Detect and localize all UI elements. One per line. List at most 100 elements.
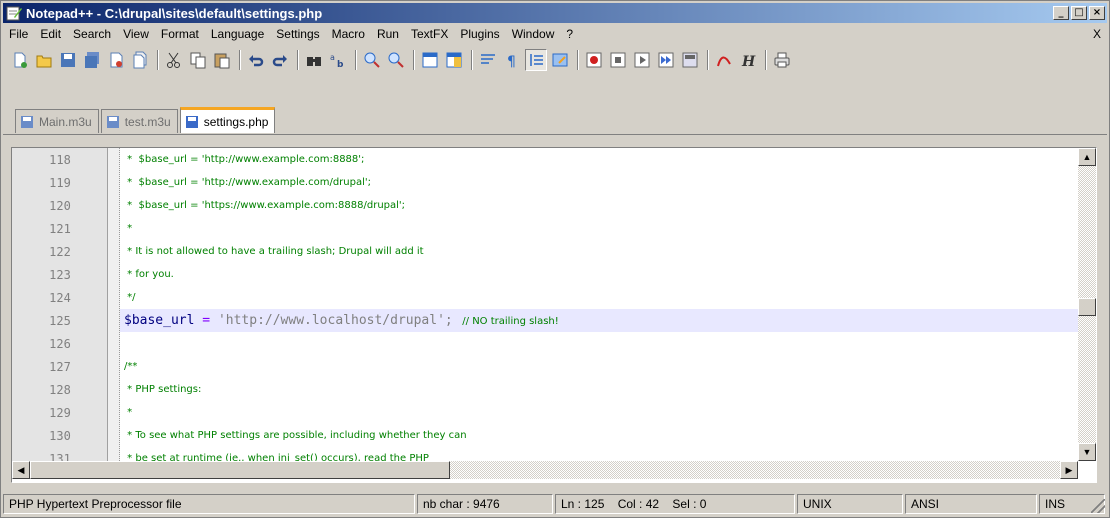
stop-macro-icon[interactable] [607,49,629,71]
php-variable: $base_url [124,313,195,328]
line-text: * [124,223,133,234]
line-number: 121 [49,221,71,236]
menu-edit[interactable]: Edit [34,27,67,41]
code-line[interactable]: 120 * $base_url = 'https://www.example.c… [12,194,1078,217]
code-lines: 118 * $base_url = 'http://www.example.co… [12,148,1078,461]
zoom-out-icon[interactable] [385,49,407,71]
code-editor[interactable]: 118 * $base_url = 'http://www.example.co… [11,147,1097,483]
php-string: 'http://www.localhost/drupal'; [217,313,453,328]
save-all-icon[interactable] [81,49,103,71]
line-number: 120 [49,198,71,213]
line-text: * for you. [124,269,174,280]
run-macro-multiple-icon[interactable] [655,49,677,71]
undo-icon[interactable] [245,49,267,71]
html-tag-icon[interactable]: H [737,49,759,71]
redo-icon[interactable] [269,49,291,71]
horizontal-scroll-thumb[interactable] [30,461,450,479]
tab-label: test.m3u [124,114,171,129]
code-line[interactable]: 127 /** [12,355,1078,378]
menu-macro[interactable]: Macro [326,27,371,41]
play-macro-icon[interactable] [631,49,653,71]
tab-test-m3u[interactable]: test.m3u [100,109,178,133]
maximize-button[interactable]: □ [1071,6,1087,20]
title-bar[interactable]: Notepad++ - C:\drupal\sites\default\sett… [3,3,1107,23]
vertical-scroll-thumb[interactable] [1078,298,1096,316]
word-wrap-icon[interactable] [477,49,499,71]
code-line[interactable]: 123 * for you. [12,263,1078,286]
close-button[interactable]: × [1089,6,1105,20]
menu-window[interactable]: Window [506,27,561,41]
zoom-in-icon[interactable] [361,49,383,71]
code-line[interactable]: 131 * be set at runtime (ie., when ini_s… [12,447,1078,462]
notepad-window: Notepad++ - C:\drupal\sites\default\sett… [0,0,1110,518]
line-text: * To see what PHP settings are possible,… [124,430,467,441]
replace-icon[interactable]: ab [327,49,349,71]
sync-horizontal-icon[interactable] [443,49,465,71]
code-line[interactable]: 126 [12,332,1078,355]
copy-icon[interactable] [187,49,209,71]
scroll-up-button[interactable]: ▲ [1078,148,1096,166]
minimize-button[interactable]: _ [1053,6,1069,20]
close-file-icon[interactable] [105,49,127,71]
status-cursor-position: Ln : 125 Col : 42 Sel : 0 [555,494,795,514]
scroll-left-button[interactable]: ◀ [12,461,30,479]
scroll-down-button[interactable]: ▼ [1078,443,1096,461]
line-number: 123 [49,267,71,282]
menu-search[interactable]: Search [67,27,117,41]
menu-settings[interactable]: Settings [270,27,325,41]
line-text: * $base_url = 'http://www.example.com/dr… [124,177,371,188]
save-icon[interactable] [57,49,79,71]
code-line[interactable]: 118 * $base_url = 'http://www.example.co… [12,148,1078,171]
menu-run[interactable]: Run [371,27,405,41]
line-text: * It is not allowed to have a trailing s… [124,246,424,257]
new-file-icon[interactable] [9,49,31,71]
close-all-icon[interactable] [129,49,151,71]
scroll-right-button[interactable]: ▶ [1060,461,1078,479]
tab-label: Main.m3u [39,114,92,129]
code-line[interactable]: 124 */ [12,286,1078,309]
code-line[interactable]: 119 * $base_url = 'http://www.example.co… [12,171,1078,194]
current-code-line[interactable]: 125 $base_url = 'http://www.localhost/dr… [12,309,1078,332]
menu-language[interactable]: Language [205,27,270,41]
resize-grip[interactable] [1091,499,1105,513]
code-line[interactable]: 130 * To see what PHP settings are possi… [12,424,1078,447]
cut-icon[interactable] [163,49,185,71]
notepadpp-app-icon [6,6,22,21]
horizontal-scrollbar[interactable]: ◀ ▶ [12,461,1078,479]
menu-plugins[interactable]: Plugins [454,27,505,41]
tab-settings-php[interactable]: settings.php [179,107,276,133]
line-text: */ [124,292,136,303]
menu-file[interactable]: File [3,27,34,41]
tab-label: settings.php [203,114,269,129]
status-filetype: PHP Hypertext Preprocessor file [3,494,415,514]
indent-guide-icon[interactable] [525,49,547,71]
sync-vertical-icon[interactable] [419,49,441,71]
svg-text:¶: ¶ [507,54,516,69]
open-file-icon[interactable] [33,49,55,71]
menu-textfx[interactable]: TextFX [405,27,454,41]
user-language-icon[interactable] [549,49,571,71]
code-line[interactable]: 128 * PHP settings: [12,378,1078,401]
code-line[interactable]: 129 * [12,401,1078,424]
code-line[interactable]: 121 * [12,217,1078,240]
toolbar-separator [239,50,241,70]
line-number: 118 [49,152,71,167]
line-number: 125 [49,313,71,328]
line-text: * [124,407,133,418]
save-macro-icon[interactable] [679,49,701,71]
show-all-chars-icon[interactable]: ¶ [501,49,523,71]
print-icon[interactable] [771,49,793,71]
find-icon[interactable] [303,49,325,71]
vertical-scrollbar[interactable]: ▲ ▼ [1078,148,1096,461]
paste-icon[interactable] [211,49,233,71]
tab-main-m3u[interactable]: Main.m3u [15,109,99,133]
line-number: 122 [49,244,71,259]
menu-format[interactable]: Format [155,27,205,41]
close-document-button[interactable]: X [1093,27,1101,41]
record-macro-icon[interactable] [583,49,605,71]
pdf-export-icon[interactable] [713,49,735,71]
code-line[interactable]: 122 * It is not allowed to have a traili… [12,240,1078,263]
php-operator: = [194,313,218,328]
menu-help[interactable]: ? [560,27,579,41]
menu-view[interactable]: View [117,27,155,41]
